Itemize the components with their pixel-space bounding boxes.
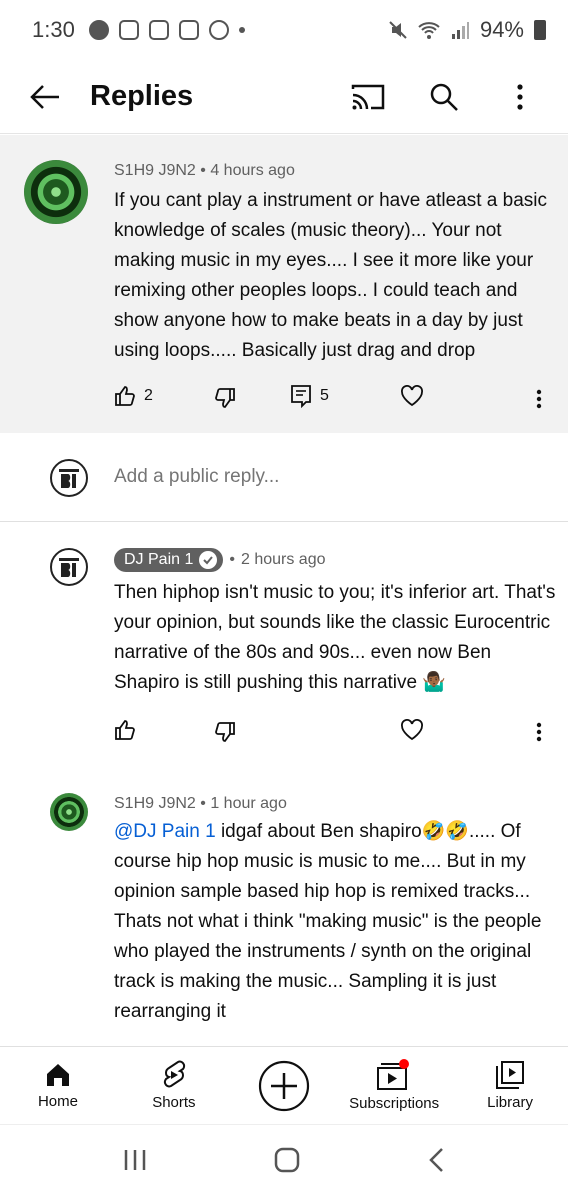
more-notifications-dot	[238, 27, 245, 33]
heart-icon	[401, 385, 423, 407]
nav-shorts[interactable]: Shorts	[116, 1047, 232, 1124]
thumb-up-icon	[115, 720, 135, 740]
cast-button[interactable]	[348, 77, 388, 117]
reply-body: idgaf about Ben shapiro🤣🤣..... Of course…	[114, 821, 542, 1022]
user-avatar	[50, 459, 88, 497]
reply-time: 2 hours ago	[240, 551, 326, 568]
like-button[interactable]: 2	[114, 385, 214, 407]
like-button[interactable]	[114, 719, 214, 741]
comment-more-button[interactable]	[527, 384, 551, 414]
more-vert-icon	[517, 83, 523, 110]
battery-icon	[534, 20, 546, 40]
meta-separator: •	[229, 551, 235, 568]
bi-logo-icon	[59, 469, 79, 488]
comment-author[interactable]: S1H9 J9N2	[114, 162, 196, 179]
dislike-button[interactable]	[214, 717, 400, 743]
shorts-icon	[163, 1060, 185, 1088]
instagram-icon-2	[178, 20, 199, 40]
nav-library-label: Library	[487, 1094, 533, 1111]
facebook-icon	[88, 20, 109, 40]
reply-author: DJ Pain 1	[124, 551, 194, 568]
nav-home[interactable]: Home	[0, 1047, 116, 1124]
dislike-button[interactable]	[214, 383, 290, 409]
reply-meta: DJ Pain 1 • 2 hours ago	[114, 548, 326, 572]
reply-text: @DJ Pain 1 idgaf about Ben shapiro🤣🤣....…	[114, 817, 554, 1027]
comment-time: 4 hours ago	[210, 162, 295, 179]
add-reply-row	[0, 434, 568, 522]
avatar[interactable]	[50, 548, 88, 586]
comment-text: If you cant play a instrument or have at…	[114, 190, 548, 361]
reply-text: Then hiphop isn't music to you; it's inf…	[114, 582, 556, 693]
home-system-button[interactable]	[273, 1146, 301, 1179]
comment-meta: S1H9 J9N2 • 4 hours ago	[114, 162, 295, 180]
reply-count: 5	[320, 387, 329, 404]
nav-library[interactable]: Library	[452, 1047, 568, 1124]
reply-count-button[interactable]: 5	[290, 384, 400, 408]
home-icon	[46, 1064, 69, 1086]
reply-more-button[interactable]	[527, 717, 551, 747]
original-comment: S1H9 J9N2 • 4 hours ago If you cant play…	[0, 135, 568, 433]
recent-apps-icon	[125, 1150, 146, 1170]
like-count: 2	[144, 387, 153, 404]
shazam-icon	[208, 20, 229, 40]
bottom-navigation: Home Shorts Subscriptions Library	[0, 1046, 568, 1124]
reply-author[interactable]: S1H9 J9N2	[114, 795, 196, 812]
add-circle-icon	[258, 1060, 310, 1111]
back-arrow-icon	[30, 84, 59, 109]
more-vert-icon	[536, 389, 542, 409]
add-reply-input[interactable]	[114, 466, 534, 488]
comment-icon	[291, 385, 311, 408]
cast-icon	[351, 84, 385, 109]
avatar[interactable]	[50, 793, 88, 831]
system-navigation	[0, 1124, 568, 1200]
nav-subscriptions[interactable]: Subscriptions	[336, 1047, 452, 1124]
back-button[interactable]	[0, 60, 90, 134]
recent-apps-button[interactable]	[122, 1148, 148, 1177]
signal-icon	[451, 22, 469, 39]
mention-link[interactable]: @DJ Pain 1	[114, 821, 216, 842]
reply-time: 1 hour ago	[210, 795, 287, 812]
meta-separator: •	[200, 162, 211, 179]
verified-check-icon	[199, 551, 218, 569]
heart-button[interactable]	[400, 385, 424, 407]
search-button[interactable]	[424, 77, 464, 117]
instagram-icon	[148, 20, 169, 40]
home-square-icon	[274, 1147, 300, 1173]
app-bar: Replies	[0, 60, 568, 134]
battery-percent: 94%	[479, 17, 524, 42]
heart-button[interactable]	[400, 719, 424, 741]
creator-chip[interactable]: DJ Pain 1	[114, 548, 224, 572]
page-title: Replies	[90, 80, 194, 112]
system-back-button[interactable]	[426, 1146, 446, 1179]
overflow-menu-button[interactable]	[500, 77, 540, 117]
reply-actions	[114, 717, 424, 743]
wifi-icon	[418, 22, 440, 39]
status-time: 1:30	[32, 17, 75, 42]
mute-icon	[389, 21, 407, 39]
reply-meta: S1H9 J9N2 • 1 hour ago	[114, 795, 287, 813]
thumb-up-icon	[115, 386, 135, 406]
nav-home-label: Home	[37, 1093, 78, 1110]
thumb-down-icon	[215, 722, 235, 742]
thumb-down-icon	[215, 388, 235, 408]
meta-separator: •	[200, 795, 211, 812]
avatar[interactable]	[24, 160, 88, 224]
library-icon	[496, 1061, 525, 1089]
bi-logo-icon	[59, 558, 79, 577]
nav-subscriptions-label: Subscriptions	[349, 1095, 440, 1112]
subscriptions-icon	[377, 1059, 410, 1090]
chevron-left-icon	[428, 1148, 443, 1172]
app-notification-icon	[118, 20, 139, 40]
nav-create[interactable]	[232, 1047, 336, 1124]
nav-shorts-label: Shorts	[152, 1094, 196, 1111]
comment-actions: 2 5	[114, 383, 424, 409]
more-vert-icon	[536, 722, 542, 742]
status-bar: 1:30 94%	[0, 0, 568, 60]
heart-icon	[401, 719, 423, 741]
search-icon	[430, 83, 458, 111]
